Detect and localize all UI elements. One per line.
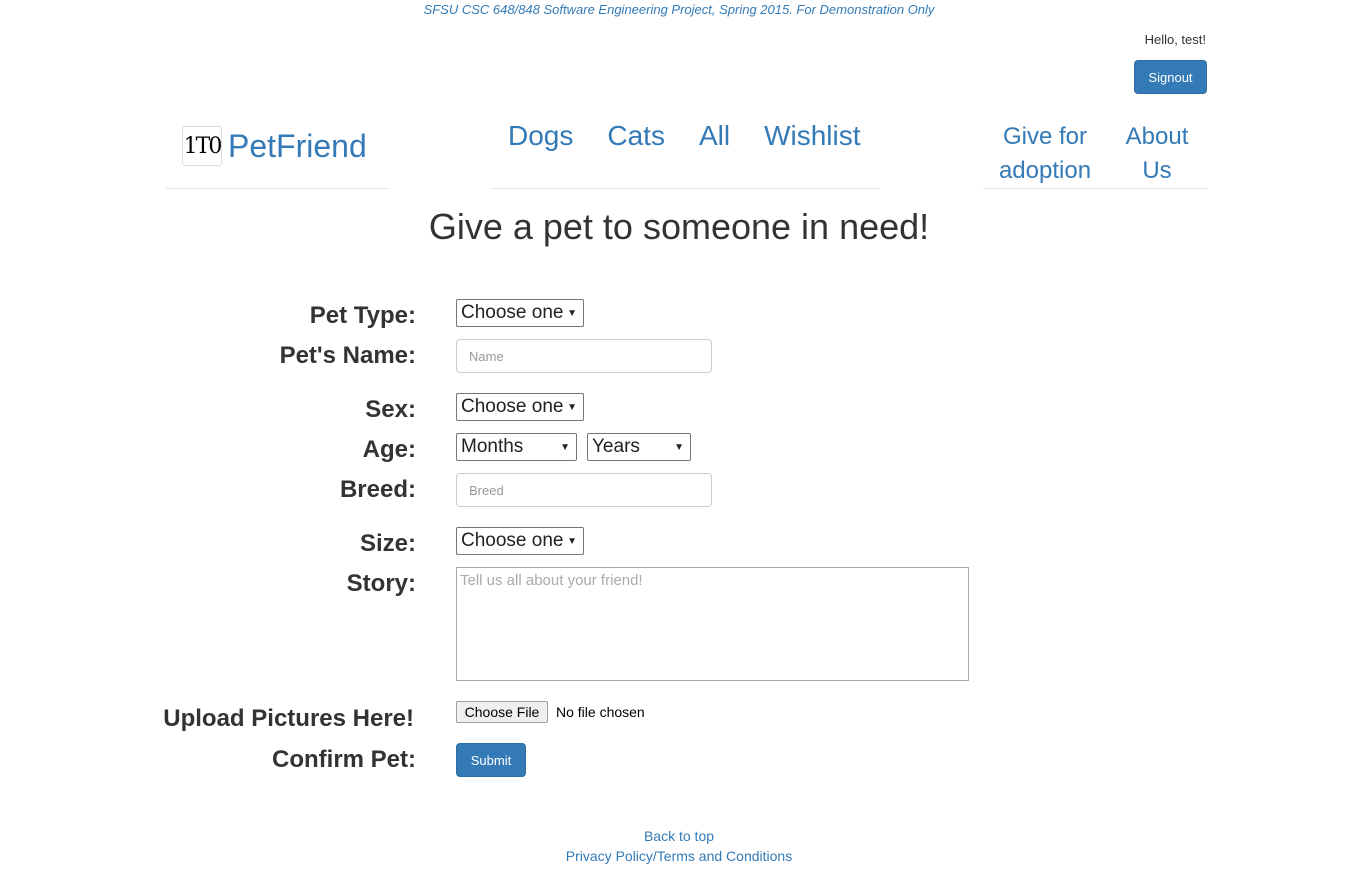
age-months-select[interactable]: Months ▼ bbox=[456, 433, 577, 461]
confirm-label: Confirm Pet: bbox=[272, 746, 416, 773]
nav-all[interactable]: All bbox=[699, 120, 730, 152]
pet-name-input[interactable]: Name bbox=[456, 339, 712, 373]
page-title: Give a pet to someone in need! bbox=[428, 206, 930, 247]
nav-about-line1: About bbox=[1125, 123, 1189, 150]
age-years-value: Years bbox=[592, 436, 640, 457]
brand-name: PetFriend bbox=[228, 127, 367, 164]
pet-type-value: Choose one bbox=[461, 302, 564, 323]
nav-give-line1: Give for bbox=[1002, 123, 1088, 150]
pet-type-select[interactable]: Choose one ▼ bbox=[456, 299, 584, 327]
nav-give-for-adoption[interactable]: Give for adoption bbox=[994, 120, 1096, 188]
story-placeholder: Tell us all about your friend! bbox=[460, 572, 643, 589]
breed-placeholder: Breed bbox=[469, 482, 504, 498]
sex-select[interactable]: Choose one ▼ bbox=[456, 393, 584, 421]
logo-icon: 1T0 bbox=[182, 126, 222, 166]
nav-wishlist[interactable]: Wishlist bbox=[764, 120, 860, 152]
dropdown-arrow-icon: ▼ bbox=[567, 402, 577, 413]
user-greeting: Hello, test! bbox=[1144, 32, 1206, 47]
nav-give-line2: adoption bbox=[998, 157, 1092, 184]
back-to-top-link: Back to top bbox=[0, 828, 1358, 844]
sex-value: Choose one bbox=[461, 396, 564, 417]
main-nav: Dogs Cats All Wishlist bbox=[508, 120, 861, 152]
dropdown-arrow-icon: ▼ bbox=[567, 308, 577, 319]
size-select[interactable]: Choose one ▼ bbox=[456, 527, 584, 555]
brand-link[interactable]: 1T0 PetFriend bbox=[182, 126, 367, 166]
dropdown-arrow-icon: ▼ bbox=[567, 536, 577, 547]
size-value: Choose one bbox=[461, 530, 564, 551]
dropdown-arrow-icon: ▼ bbox=[674, 442, 684, 453]
nav-divider bbox=[492, 188, 879, 189]
brand-divider bbox=[166, 188, 388, 189]
sex-label: Sex: bbox=[365, 396, 416, 423]
pet-name-placeholder: Name bbox=[469, 348, 504, 364]
age-label: Age: bbox=[362, 436, 416, 463]
age-months-value: Months bbox=[461, 436, 524, 457]
privacy-link: Privacy Policy/Terms and Conditions bbox=[0, 848, 1358, 864]
breed-input[interactable]: Breed bbox=[456, 473, 712, 507]
pet-name-label: Pet's Name: bbox=[279, 342, 416, 369]
right-nav-divider bbox=[983, 188, 1207, 189]
nav-dogs[interactable]: Dogs bbox=[508, 120, 573, 152]
upload-label: Upload Pictures Here! bbox=[163, 705, 414, 732]
file-status: No file chosen bbox=[556, 704, 645, 720]
dropdown-arrow-icon: ▼ bbox=[560, 442, 570, 453]
submit-button[interactable]: Submit bbox=[456, 743, 526, 777]
story-textarea[interactable]: Tell us all about your friend! bbox=[456, 567, 969, 681]
size-label: Size: bbox=[359, 530, 416, 557]
breed-label: Breed: bbox=[339, 476, 416, 503]
nav-cats[interactable]: Cats bbox=[607, 120, 665, 152]
file-upload: Choose File No file chosen bbox=[456, 701, 645, 723]
pet-type-label: Pet Type: bbox=[309, 302, 416, 329]
story-label: Story: bbox=[346, 570, 416, 597]
back-to-top-text[interactable]: Back to top bbox=[644, 828, 714, 844]
privacy-text[interactable]: Privacy Policy/Terms and Conditions bbox=[566, 848, 792, 864]
choose-file-button[interactable]: Choose File bbox=[456, 701, 548, 723]
age-years-select[interactable]: Years ▼ bbox=[587, 433, 691, 461]
signout-button[interactable]: Signout bbox=[1134, 60, 1207, 94]
demo-banner: SFSU CSC 648/848 Software Engineering Pr… bbox=[423, 2, 935, 17]
nav-about-line2: Us bbox=[1142, 157, 1172, 184]
nav-about-us[interactable]: About Us bbox=[1118, 120, 1196, 188]
